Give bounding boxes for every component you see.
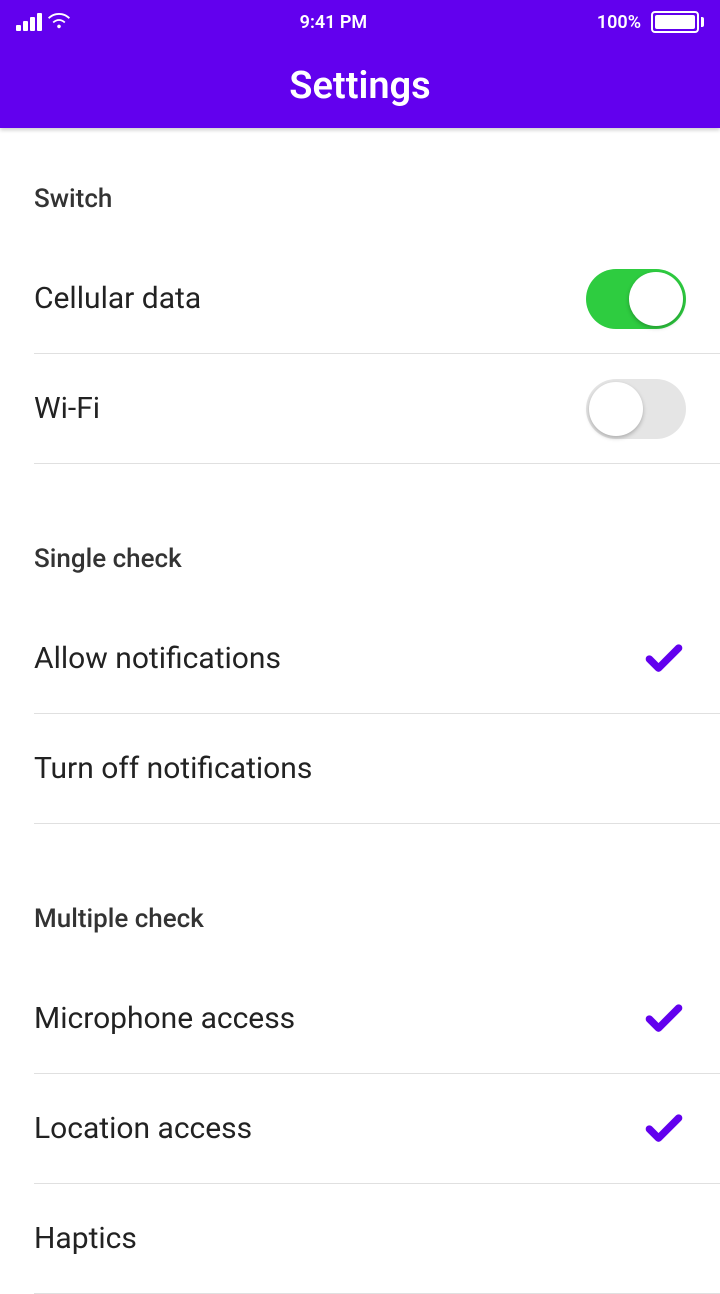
cellular-data-switch[interactable] [586, 269, 686, 329]
cellular-signal-icon [16, 13, 42, 31]
row-label: Wi-Fi [34, 391, 100, 426]
row-microphone-access[interactable]: Microphone access [34, 964, 720, 1074]
wifi-icon [48, 11, 70, 34]
row-label: Turn off notifications [34, 751, 312, 786]
settings-list: Switch Cellular data Wi-Fi Single check … [0, 128, 720, 1294]
checkmark-icon [642, 1107, 686, 1151]
status-bar: 9:41 PM 100% [0, 0, 720, 44]
row-label: Cellular data [34, 281, 201, 316]
row-label: Haptics [34, 1221, 137, 1256]
row-allow-notifications[interactable]: Allow notifications [34, 604, 720, 714]
battery-icon [647, 11, 704, 33]
app-header: 9:41 PM 100% Settings [0, 0, 720, 128]
row-label: Microphone access [34, 1001, 295, 1036]
row-label: Location access [34, 1111, 252, 1146]
row-turn-off-notifications[interactable]: Turn off notifications [34, 714, 720, 824]
row-cellular-data[interactable]: Cellular data [34, 244, 720, 354]
row-wifi[interactable]: Wi-Fi [34, 354, 720, 464]
row-label: Allow notifications [34, 641, 281, 676]
checkmark-icon [642, 997, 686, 1041]
page-title: Settings [289, 64, 430, 108]
status-time: 9:41 PM [300, 12, 368, 33]
section-header-multiple-check: Multiple check [0, 904, 720, 964]
row-haptics[interactable]: Haptics [34, 1184, 720, 1294]
wifi-switch[interactable] [586, 379, 686, 439]
battery-percentage: 100% [597, 12, 641, 33]
row-location-access[interactable]: Location access [34, 1074, 720, 1184]
section-header-single-check: Single check [0, 544, 720, 604]
section-header-switch: Switch [0, 184, 720, 244]
checkmark-icon [642, 637, 686, 681]
